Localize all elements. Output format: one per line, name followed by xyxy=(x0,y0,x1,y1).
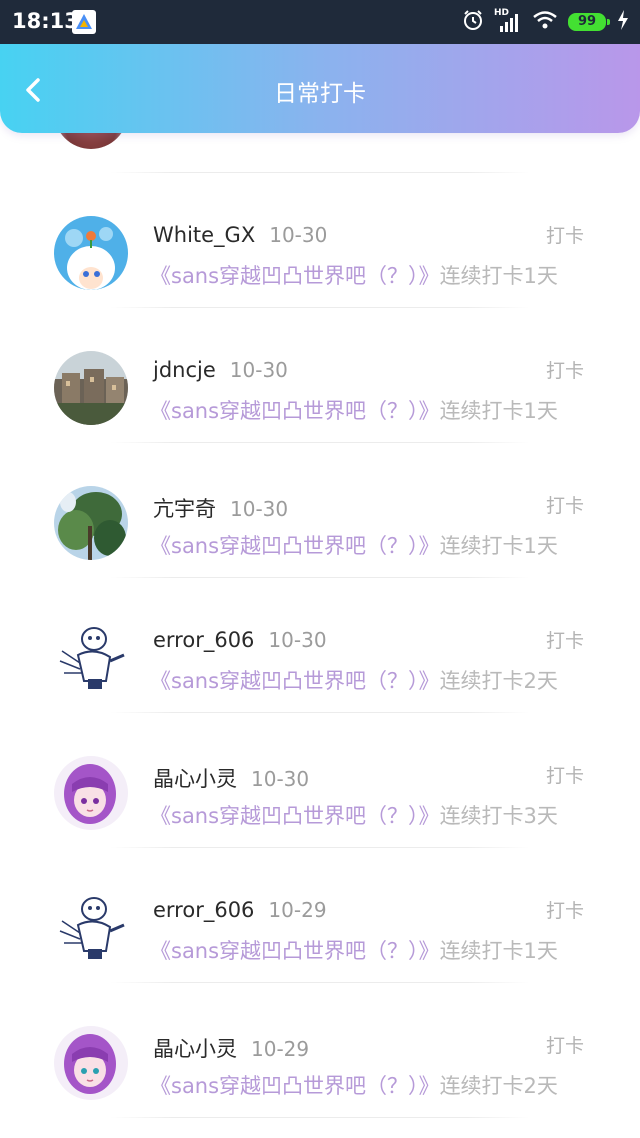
checkin-date: 10-30 xyxy=(268,628,327,652)
list-item[interactable]: 亢宇奇 10-30 打卡 《sans穿越凹凸世界吧（？）》连续打卡1天 xyxy=(0,403,640,578)
checkin-detail: 《sans穿越凹凸世界吧（？）》连续打卡2天 xyxy=(150,1070,558,1100)
list-item[interactable]: error_606 10-30 打卡 《sans穿越凹凸世界吧（？）》连续打卡2天 xyxy=(0,538,640,713)
purple-hair-avatar-icon xyxy=(54,1026,128,1100)
username-line: 亢宇奇 10-30 xyxy=(153,493,288,523)
list-item[interactable]: 晶心小灵 10-30 打卡 《sans穿越凹凸世界吧（？）》连续打卡3天 xyxy=(0,673,640,848)
username-line: 晶心小灵 10-29 xyxy=(153,1033,309,1063)
username[interactable]: error_606 xyxy=(153,628,254,652)
username-line: error_606 10-30 xyxy=(153,628,327,652)
divider xyxy=(110,1117,530,1118)
action-label: 打卡 xyxy=(545,1035,584,1057)
action-label: 打卡 xyxy=(545,900,584,922)
charging-icon xyxy=(616,9,630,35)
action-label: 打卡 xyxy=(545,360,584,382)
list-item[interactable]: jdncje 10-30 打卡 《sans穿越凹凸世界吧（？）》连续打卡1天 xyxy=(0,268,640,443)
checkin-date: 10-29 xyxy=(251,1037,310,1061)
checkin-date: 10-30 xyxy=(230,497,289,521)
username-line: jdncje 10-30 xyxy=(153,358,288,382)
username[interactable]: error_606 xyxy=(153,898,254,922)
status-indicators: HD 99 xyxy=(462,8,630,36)
checkin-date: 10-30 xyxy=(229,358,288,382)
checkin-date: 10-29 xyxy=(268,898,327,922)
action-label: 打卡 xyxy=(545,495,584,517)
username-line: White_GX 10-30 xyxy=(153,223,327,247)
username-line: error_606 10-29 xyxy=(153,898,327,922)
topic-link[interactable]: 《sans穿越凹凸世界吧（？）》 xyxy=(150,1074,440,1098)
username[interactable]: 亢宇奇 xyxy=(153,497,216,521)
checkin-feed[interactable]: White_GX 10-30 打卡 《sans穿越凹凸世界吧（？）》连续打卡1天 … xyxy=(0,133,640,1138)
app-notification-icon xyxy=(72,10,96,34)
alarm-icon xyxy=(462,9,484,35)
username[interactable]: 晶心小灵 xyxy=(153,767,237,791)
battery-indicator: 99 xyxy=(568,13,610,31)
username-line: 晶心小灵 10-30 xyxy=(153,763,309,793)
list-item[interactable]: 晶心小灵 10-29 打卡 《sans穿越凹凸世界吧（？）》连续打卡2天 xyxy=(0,943,640,1118)
avatar[interactable] xyxy=(54,1026,128,1100)
username[interactable]: jdncje xyxy=(153,358,216,382)
list-item[interactable]: White_GX 10-30 打卡 《sans穿越凹凸世界吧（？）》连续打卡1天 xyxy=(0,133,640,308)
signal-icon: HD xyxy=(494,8,522,34)
status-time: 18:13 xyxy=(12,9,79,33)
checkin-date: 10-30 xyxy=(251,767,310,791)
status-bar: 18:13 HD 99 xyxy=(0,0,640,44)
action-label: 打卡 xyxy=(545,225,584,247)
wifi-icon xyxy=(532,9,558,35)
checkin-date: 10-30 xyxy=(269,223,328,247)
header-bar: 日常打卡 xyxy=(0,44,640,133)
page-title: 日常打卡 xyxy=(274,81,366,107)
action-label: 打卡 xyxy=(545,630,584,652)
streak-text: 连续打卡2天 xyxy=(439,1074,558,1098)
list-item[interactable]: error_606 10-29 打卡 《sans穿越凹凸世界吧（？）》连续打卡1天 xyxy=(0,808,640,983)
username[interactable]: 晶心小灵 xyxy=(153,1037,237,1061)
username[interactable]: White_GX xyxy=(153,223,255,247)
action-label: 打卡 xyxy=(545,765,584,787)
